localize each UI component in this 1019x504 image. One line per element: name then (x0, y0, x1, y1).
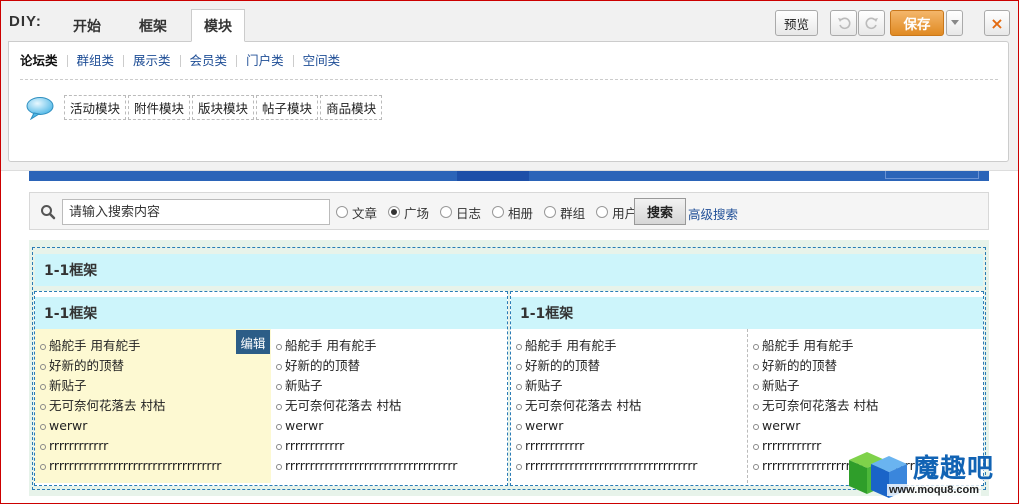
category-space[interactable]: 空间类 (294, 54, 350, 67)
category-display[interactable]: 展示类 (124, 54, 181, 67)
advanced-search-link[interactable]: 高级搜索 (688, 204, 738, 223)
undo-button[interactable] (830, 10, 857, 36)
close-icon: × (990, 13, 1004, 33)
search-scope-album[interactable]: 相册 (492, 203, 533, 222)
divider (20, 79, 998, 80)
list-item[interactable]: 好新的的顶替 (39, 356, 271, 376)
search-scope-blog[interactable]: 日志 (440, 203, 481, 222)
radio-label: 广场 (404, 205, 430, 221)
watermark-title: 魔趣吧 (913, 454, 995, 484)
tab-start[interactable]: 开始 (61, 9, 113, 42)
list-item[interactable]: rrrrrrrrrrrr (39, 436, 271, 456)
radio-label: 文章 (352, 205, 378, 221)
list-item[interactable]: 船舵手 用有舵手 (275, 336, 507, 356)
search-button[interactable]: 搜索 (634, 198, 686, 225)
save-options-dropdown[interactable] (946, 10, 963, 36)
save-button[interactable]: 保存 (890, 10, 944, 36)
search-scope-user[interactable]: 用户 (596, 203, 637, 222)
outer-frame-title[interactable]: 1-1框架 (35, 254, 983, 286)
module-list: 活动模块 附件模块 版块模块 帖子模块 商品模块 (64, 95, 384, 120)
list-item[interactable]: 船舵手 用有舵手 (515, 336, 747, 356)
radio-icon (544, 206, 557, 218)
search-scope-group[interactable]: 群组 (544, 203, 585, 222)
list-item[interactable]: 好新的的顶替 (515, 356, 747, 376)
close-button[interactable]: × (984, 10, 1010, 36)
undo-icon (837, 17, 850, 30)
list-item[interactable]: rrrrrrrrrrrrrrrrrrrrrrrrrrrrrrrrrrr (39, 456, 271, 476)
search-scope-article[interactable]: 文章 (336, 203, 377, 222)
list-item[interactable]: rrrrrrrrrrrrrrrrrrrrrrrrrrrrrrrrrrr (275, 456, 507, 476)
list-item[interactable]: 新贴子 (752, 376, 983, 396)
category-portal[interactable]: 门户类 (237, 54, 294, 67)
list-item[interactable]: 新贴子 (275, 376, 507, 396)
list-item[interactable]: 新贴子 (515, 376, 747, 396)
radio-label: 日志 (456, 205, 482, 221)
radio-icon (440, 206, 453, 218)
list-item[interactable]: werwr (275, 416, 507, 436)
speech-bubble-icon (26, 97, 54, 120)
search-bar: 文章 广场 日志 相册 群组 用户 搜索 高级搜索 (29, 192, 989, 230)
search-icon (41, 205, 56, 220)
diy-label: DIY: (9, 13, 42, 30)
chevron-down-icon (950, 20, 959, 25)
radio-checked-icon (388, 206, 401, 218)
watermark-url: www.moqu8.com (887, 484, 982, 496)
radio-label: 相册 (508, 205, 534, 221)
list-item[interactable]: 无可奈何花落去 村枯 (752, 396, 983, 416)
list-item[interactable]: rrrrrrrrrrrr (275, 436, 507, 456)
thread-list: 船舵手 用有舵手 好新的的顶替 新贴子 无可奈何花落去 村枯 werwr rrr… (39, 336, 271, 476)
redo-icon (865, 17, 878, 30)
category-group[interactable]: 群组类 (68, 54, 125, 67)
list-item[interactable]: werwr (752, 416, 983, 436)
list-item[interactable]: rrrrrrrrrrrrrrrrrrrrrrrrrrrrrrrrrrr (515, 456, 747, 476)
list-item[interactable]: werwr (515, 416, 747, 436)
list-column[interactable]: 船舵手 用有舵手 好新的的顶替 新贴子 无可奈何花落去 村枯 werwr rrr… (511, 329, 747, 483)
list-item[interactable]: 好新的的顶替 (275, 356, 507, 376)
list-item[interactable]: werwr (39, 416, 271, 436)
thread-list: 船舵手 用有舵手 好新的的顶替 新贴子 无可奈何花落去 村枯 werwr rrr… (275, 336, 507, 476)
edit-block-button[interactable]: 编辑 (236, 330, 270, 354)
module-category-nav: 论坛类 群组类 展示类 会员类 门户类 空间类 (20, 51, 349, 71)
category-forum[interactable]: 论坛类 (20, 54, 68, 67)
module-activity[interactable]: 活动模块 (64, 95, 127, 120)
preview-button[interactable]: 预览 (775, 10, 818, 36)
list-item[interactable]: 无可奈何花落去 村枯 (39, 396, 271, 416)
radio-icon (336, 206, 348, 218)
module-attachment[interactable]: 附件模块 (128, 95, 191, 120)
list-item[interactable]: rrrrrrrrrrrr (515, 436, 747, 456)
tab-module[interactable]: 模块 (191, 9, 245, 42)
inner-frame-left-title[interactable]: 1-1框架 (35, 297, 507, 329)
inner-frame-right-title[interactable]: 1-1框架 (511, 297, 983, 329)
diy-toolbar: DIY: 开始 框架 模块 论坛类 群组类 展示类 会员类 门户类 空间类 活动… (1, 1, 1018, 171)
module-forum-section[interactable]: 版块模块 (192, 95, 255, 120)
search-scope-plaza[interactable]: 广场 (388, 203, 429, 222)
list-item[interactable]: 新贴子 (39, 376, 271, 396)
list-item[interactable]: 船舵手 用有舵手 (752, 336, 983, 356)
tab-frame[interactable]: 框架 (127, 9, 179, 42)
thread-list: 船舵手 用有舵手 好新的的顶替 新贴子 无可奈何花落去 村枯 werwr rrr… (515, 336, 747, 476)
radio-label: 群组 (560, 205, 586, 221)
site-watermark: 魔趣吧 www.moqu8.com (845, 442, 1017, 502)
list-item[interactable]: 好新的的顶替 (752, 356, 983, 376)
list-item[interactable]: 无可奈何花落去 村枯 (275, 396, 507, 416)
category-member[interactable]: 会员类 (181, 54, 238, 67)
list-item[interactable]: 无可奈何花落去 村枯 (515, 396, 747, 416)
radio-icon (596, 206, 609, 218)
redo-button[interactable] (858, 10, 885, 36)
search-input[interactable] (62, 199, 330, 225)
module-goods[interactable]: 商品模块 (320, 95, 383, 120)
list-column[interactable]: 船舵手 用有舵手 好新的的顶替 新贴子 无可奈何花落去 村枯 werwr rrr… (271, 329, 507, 483)
radio-icon (492, 206, 505, 218)
search-scope-options: 文章 广场 日志 相册 群组 用户 (336, 193, 648, 231)
module-thread[interactable]: 帖子模块 (256, 95, 319, 120)
